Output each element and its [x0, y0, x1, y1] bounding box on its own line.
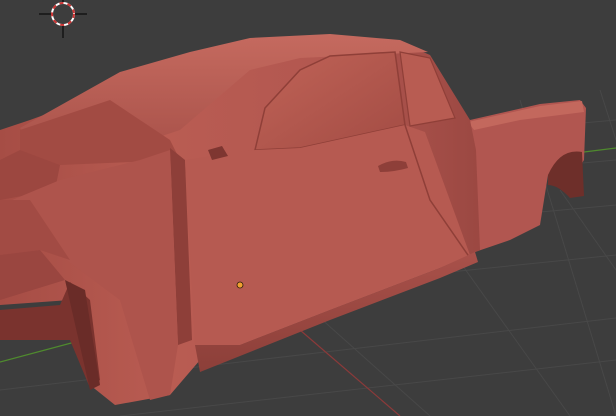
viewport-canvas[interactable] [0, 0, 616, 416]
3d-viewport[interactable] [0, 0, 616, 416]
x-axis-line [299, 329, 401, 416]
3d-cursor-icon[interactable] [39, 0, 87, 38]
truck-body-mesh[interactable] [0, 34, 586, 405]
object-origin-icon[interactable] [236, 281, 244, 289]
